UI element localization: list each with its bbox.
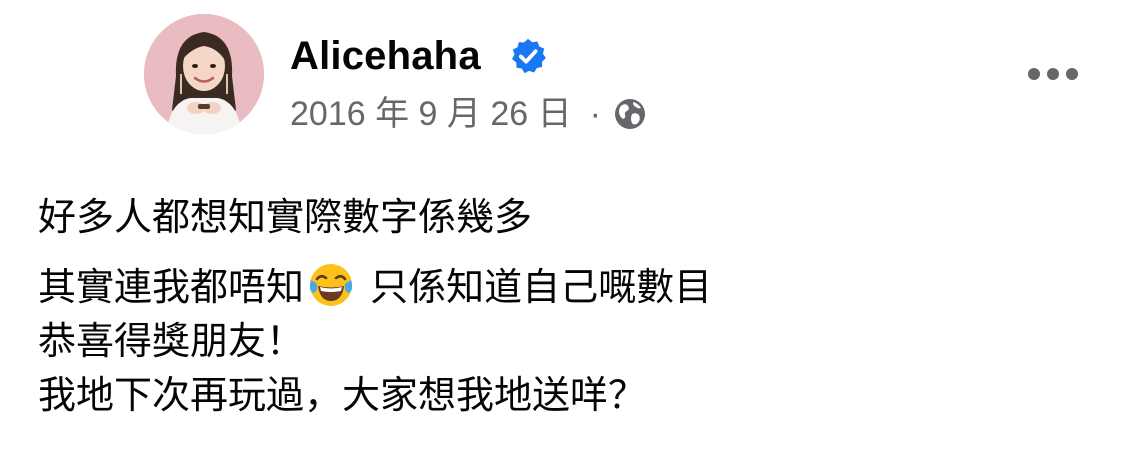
author-avatar[interactable]: [144, 14, 264, 134]
meta-separator: ·: [589, 95, 601, 133]
post-text: 好多人都想知實際數字係幾多 其實連我都唔知 只係知道自己嘅數目 恭喜得獎朋友！ …: [38, 190, 1098, 422]
post-header: Alicehaha 2016 年 9 月 26 日 ·: [0, 0, 1125, 150]
more-options-icon: [1028, 68, 1078, 80]
face-with-tears-of-joy-icon: [309, 264, 353, 306]
post-line: 其實連我都唔知 只係知道自己嘅數目: [38, 260, 1098, 314]
post-line-segment: 其實連我都唔知: [38, 265, 305, 309]
post-line: 我地下次再玩過，大家想我地送咩？: [38, 373, 647, 417]
post-line: 好多人都想知實際數字係幾多: [38, 195, 533, 239]
more-options-button[interactable]: [1025, 60, 1081, 88]
post-date[interactable]: 2016 年 9 月 26 日: [290, 92, 572, 136]
post-meta: 2016 年 9 月 26 日 ·: [290, 92, 647, 136]
avatar-photo: [144, 14, 264, 134]
verified-badge-icon: [512, 38, 546, 74]
post-line-segment: 只係知道自己嘅數目: [370, 265, 713, 309]
post-line: 恭喜得獎朋友！: [38, 319, 305, 363]
globe-icon[interactable]: [613, 97, 647, 131]
author-name[interactable]: Alicehaha: [290, 32, 481, 80]
